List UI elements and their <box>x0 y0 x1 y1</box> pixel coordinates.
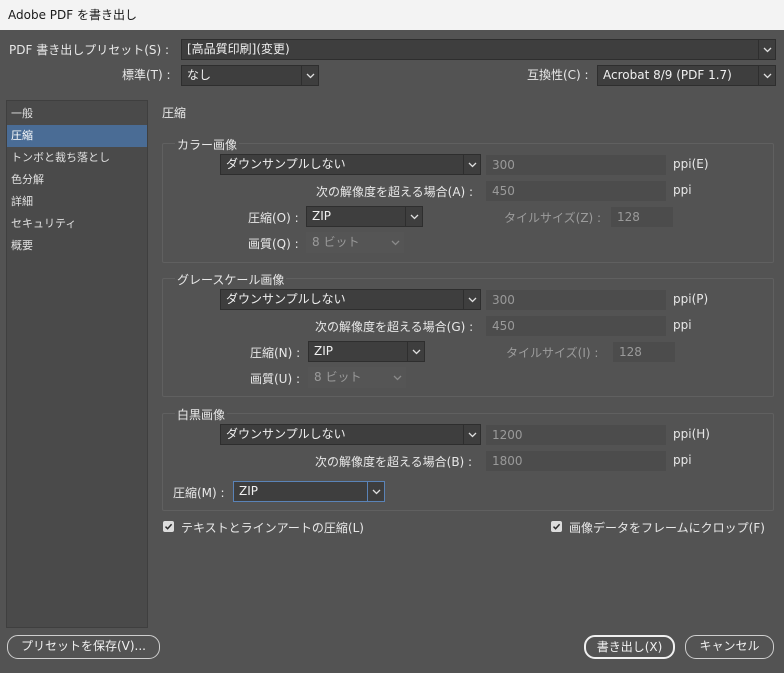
sidebar-item-label: 一般 <box>11 107 33 120</box>
sidebar-item-label: トンボと裁ち落とし <box>11 151 110 164</box>
mono-sampling-select[interactable]: ダウンサンプルしない <box>220 424 481 445</box>
sidebar-item-label: 圧縮 <box>11 129 33 142</box>
mono-above-unit: ppi <box>673 453 692 467</box>
chevron-down-icon <box>405 207 422 226</box>
color-quality-label: 画質(Q) : <box>248 237 299 251</box>
color-above-label: 次の解像度を超える場合(A) : <box>316 185 474 199</box>
color-compression-select[interactable]: ZIP <box>306 206 423 227</box>
sidebar-item-label: 概要 <box>11 239 33 252</box>
chevron-down-icon <box>758 40 775 59</box>
color-ppi-unit: ppi(E) <box>673 157 709 171</box>
crop-checkbox[interactable] <box>551 521 562 532</box>
gray-compression-select[interactable]: ZIP <box>308 341 425 362</box>
window-title: Adobe PDF を書き出し <box>8 8 137 22</box>
compat-value: Acrobat 8/9 (PDF 1.7) <box>603 68 732 82</box>
standard-label: 標準(T) : <box>122 68 171 82</box>
compat-select[interactable]: Acrobat 8/9 (PDF 1.7) <box>597 65 776 86</box>
gray-compression-value: ZIP <box>314 344 333 358</box>
gray-above-label: 次の解像度を超える場合(G) : <box>315 320 474 334</box>
checkmark-icon <box>552 523 561 530</box>
crop-label[interactable]: 画像データをフレームにクロップ(F) <box>569 519 765 536</box>
sidebar-item-label: セキュリティ <box>11 217 77 230</box>
gray-tile-field[interactable]: 128 <box>613 342 675 362</box>
mono-above-label: 次の解像度を超える場合(B) : <box>315 455 473 469</box>
color-sampling-value: ダウンサンプルしない <box>226 157 346 171</box>
color-quality-value: 8 ビット <box>312 235 360 249</box>
sidebar-item-advanced[interactable]: 詳細 <box>7 191 147 213</box>
sidebar-item-summary[interactable]: 概要 <box>7 235 147 257</box>
chevron-down-icon <box>463 290 480 309</box>
gray-ppi-field[interactable]: 300 <box>486 290 666 310</box>
section-title: 圧縮 <box>162 106 187 120</box>
export-button[interactable]: 書き出し(X) <box>584 635 675 659</box>
save-preset-button[interactable]: プリセットを保存(V)... <box>7 635 160 659</box>
sidebar: 一般 圧縮 トンボと裁ち落とし 色分解 詳細 セキュリティ 概要 <box>6 100 148 628</box>
color-above-unit: ppi <box>673 183 692 197</box>
grayscale-images-title: グレースケール画像 <box>175 271 287 288</box>
checkmark-icon <box>164 523 173 530</box>
chevron-down-icon <box>463 155 480 174</box>
mono-above-field[interactable]: 1800 <box>486 451 666 471</box>
sidebar-item-marks-bleeds[interactable]: トンボと裁ち落とし <box>7 147 147 169</box>
chevron-down-icon <box>758 66 775 85</box>
gray-quality-label: 画質(U) : <box>250 372 301 386</box>
gray-above-unit: ppi <box>673 318 692 332</box>
mono-compression-label: 圧縮(M) : <box>173 486 225 500</box>
preset-value: [高品質印刷](変更) <box>187 42 290 56</box>
gray-sampling-select[interactable]: ダウンサンプルしない <box>220 289 481 310</box>
color-above-field[interactable]: 450 <box>486 181 666 201</box>
window-titlebar: Adobe PDF を書き出し <box>0 0 784 30</box>
gray-above-field[interactable]: 450 <box>486 316 666 336</box>
gray-ppi-unit: ppi(P) <box>673 292 709 306</box>
chevron-down-icon <box>388 368 405 387</box>
chevron-down-icon <box>301 66 318 85</box>
sidebar-item-general[interactable]: 一般 <box>7 103 147 125</box>
gray-compression-label: 圧縮(N) : <box>250 346 301 360</box>
color-quality-select[interactable]: 8 ビット <box>306 232 404 253</box>
mono-compression-value: ZIP <box>239 484 258 498</box>
monochrome-images-title: 白黒画像 <box>175 406 228 423</box>
preset-label: PDF 書き出しプリセット(S) : <box>9 43 170 57</box>
sidebar-item-label: 詳細 <box>11 195 33 208</box>
chevron-down-icon <box>407 342 424 361</box>
mono-compression-select[interactable]: ZIP <box>233 481 385 502</box>
standard-select[interactable]: なし <box>181 65 319 86</box>
chevron-down-icon <box>463 425 480 444</box>
color-compression-label: 圧縮(O) : <box>248 211 299 225</box>
cancel-button[interactable]: キャンセル <box>685 635 774 659</box>
color-ppi-field[interactable]: 300 <box>486 155 666 175</box>
color-tile-label: タイルサイズ(Z) : <box>504 211 602 225</box>
color-compression-value: ZIP <box>312 209 331 223</box>
sidebar-item-label: 色分解 <box>11 173 44 186</box>
chevron-down-icon <box>386 233 403 252</box>
compat-label: 互換性(C) : <box>527 68 589 82</box>
mono-ppi-unit: ppi(H) <box>673 427 710 441</box>
sidebar-item-security[interactable]: セキュリティ <box>7 213 147 235</box>
sidebar-item-compression[interactable]: 圧縮 <box>7 125 147 147</box>
gray-tile-label: タイルサイズ(I) : <box>506 346 599 360</box>
mono-ppi-field[interactable]: 1200 <box>486 425 666 445</box>
color-images-title: カラー画像 <box>175 136 240 153</box>
gray-quality-select[interactable]: 8 ビット <box>308 367 406 388</box>
gray-quality-value: 8 ビット <box>314 370 362 384</box>
sidebar-item-output[interactable]: 色分解 <box>7 169 147 191</box>
color-sampling-select[interactable]: ダウンサンプルしない <box>220 154 481 175</box>
standard-value: なし <box>187 68 212 82</box>
chevron-down-icon <box>367 482 384 501</box>
preset-select[interactable]: [高品質印刷](変更) <box>181 39 776 60</box>
mono-sampling-value: ダウンサンプルしない <box>226 427 346 441</box>
text-art-checkbox[interactable] <box>163 521 174 532</box>
text-art-label[interactable]: テキストとラインアートの圧縮(L) <box>181 519 364 536</box>
gray-sampling-value: ダウンサンプルしない <box>226 292 346 306</box>
color-tile-field[interactable]: 128 <box>611 207 673 227</box>
